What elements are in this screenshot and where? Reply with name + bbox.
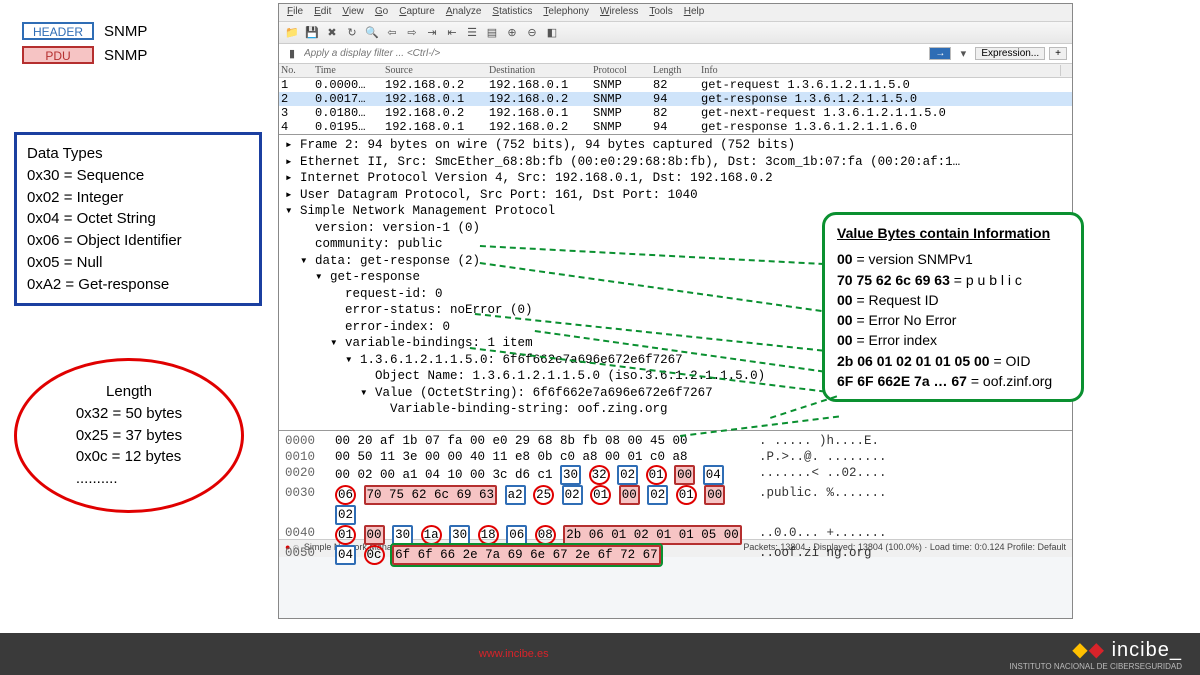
menu-view[interactable]: View: [342, 6, 364, 21]
data-types-title: Data Types: [27, 143, 249, 165]
col-time[interactable]: Time: [313, 65, 383, 76]
autoscale-icon[interactable]: ▤: [484, 25, 500, 41]
hex-row[interactable]: 003006 70 75 62 6c 69 63 a2 25 02 01 00 …: [285, 485, 1072, 525]
reload-icon[interactable]: ↻: [344, 25, 360, 41]
toolbar: 📁 💾 ✖ ↻ 🔍 ⇦ ⇨ ⇥ ⇤ ☰ ▤ ⊕ ⊖ ◧: [279, 22, 1072, 44]
tree-line[interactable]: ▸ Frame 2: 94 bytes on wire (752 bits), …: [285, 137, 1072, 154]
col-no[interactable]: No.: [279, 65, 313, 76]
datatype-line: 0x05 = Null: [27, 252, 249, 274]
banner-url: www.incibe.es: [479, 648, 549, 660]
value-line: 2b 06 01 02 01 01 05 00 = OID: [837, 351, 1069, 371]
value-line: 6F 6F 662E 7a … 67 = oof.zinf.org: [837, 371, 1069, 391]
datatype-line: 0x04 = Octet String: [27, 208, 249, 230]
header-swatch: HEADER: [22, 22, 94, 40]
legend: HEADER SNMP PDU SNMP: [22, 22, 147, 70]
menu-telephony[interactable]: Telephony: [543, 6, 589, 21]
value-line: 00 = Request ID: [837, 290, 1069, 310]
col-length[interactable]: Length: [651, 65, 699, 76]
length-line: 0x25 = 37 bytes: [76, 425, 182, 447]
add-filter-button[interactable]: +: [1049, 47, 1067, 60]
tree-line[interactable]: ▸ Ethernet II, Src: SmcEther_68:8b:fb (0…: [285, 154, 1072, 171]
back-icon[interactable]: ⇦: [384, 25, 400, 41]
menu-wireless[interactable]: Wireless: [600, 6, 638, 21]
zoom-out-icon[interactable]: ⊖: [524, 25, 540, 41]
packet-row[interactable]: 20.0017…192.168.0.1192.168.0.2SNMP94get-…: [279, 92, 1072, 106]
menu-tools[interactable]: Tools: [649, 6, 672, 21]
data-types-box: Data Types 0x30 = Sequence 0x02 = Intege…: [14, 132, 262, 306]
value-line: 00 = version SNMPv1: [837, 249, 1069, 269]
hex-row[interactable]: 000000 20 af 1b 07 fa 00 e0 29 68 8b fb …: [285, 433, 1072, 449]
banner-subtitle: INSTITUTO NACIONAL DE CIBERSEGURIDAD: [1010, 662, 1182, 671]
length-line: ..........: [76, 468, 182, 490]
filter-bookmark-icon[interactable]: ▮: [284, 46, 300, 62]
menu-analyze[interactable]: Analyze: [446, 6, 482, 21]
menu-go[interactable]: Go: [375, 6, 388, 21]
datatype-line: 0x02 = Integer: [27, 187, 249, 209]
packet-list-scrollbar[interactable]: [1060, 65, 1072, 76]
col-source[interactable]: Source: [383, 65, 487, 76]
menu-bar[interactable]: File Edit View Go Capture Analyze Statis…: [279, 4, 1072, 22]
menu-help[interactable]: Help: [684, 6, 705, 21]
packet-row[interactable]: 30.0180…192.168.0.2192.168.0.1SNMP82get-…: [279, 106, 1072, 120]
length-line: 0x32 = 50 bytes: [76, 403, 182, 425]
apply-filter-button[interactable]: →: [929, 47, 951, 60]
display-filter-bar: ▮ → ▾ Expression... +: [279, 44, 1072, 64]
legend-pdu-label: SNMP: [104, 47, 147, 64]
pdu-swatch: PDU: [22, 46, 94, 64]
tree-line[interactable]: ▸ User Datagram Protocol, Src Port: 161,…: [285, 187, 1072, 204]
length-title: Length: [76, 381, 182, 403]
zoom-in-icon[interactable]: ⊕: [504, 25, 520, 41]
menu-file[interactable]: File: [287, 6, 303, 21]
open-icon[interactable]: 📁: [284, 25, 300, 41]
close-icon[interactable]: ✖: [324, 25, 340, 41]
tree-line[interactable]: Variable-binding-string: oof.zing.org: [285, 401, 1072, 418]
jump-icon[interactable]: ⇥: [424, 25, 440, 41]
color-icon[interactable]: ◧: [544, 25, 560, 41]
value-line: 70 75 62 6c 69 63 = p u b l i c: [837, 270, 1069, 290]
incibe-logo: ◆◆ incibe_: [1072, 637, 1182, 662]
first-icon[interactable]: ⇤: [444, 25, 460, 41]
value-bytes-callout: Value Bytes contain Information 00 = ver…: [822, 212, 1084, 402]
display-filter-input[interactable]: [304, 48, 925, 59]
expression-button[interactable]: Expression...: [975, 47, 1045, 60]
hex-row[interactable]: 001000 50 11 3e 00 00 40 11 e8 0b c0 a8 …: [285, 449, 1072, 465]
col-proto[interactable]: Protocol: [591, 65, 651, 76]
packet-list-pane[interactable]: No. Time Source Destination Protocol Len…: [279, 64, 1072, 135]
value-line: 00 = Error index: [837, 330, 1069, 350]
col-dest[interactable]: Destination: [487, 65, 591, 76]
value-line: 00 = Error No Error: [837, 310, 1069, 330]
hex-row[interactable]: 004001 00 30 1a 30 18 06 08 2b 06 01 02 …: [285, 525, 1072, 545]
columns-icon[interactable]: ☰: [464, 25, 480, 41]
value-box-title: Value Bytes contain Information: [837, 225, 1050, 241]
datatype-line: 0x06 = Object Identifier: [27, 230, 249, 252]
hex-row[interactable]: 002000 02 00 a1 04 10 00 3c d6 c1 30 32 …: [285, 465, 1072, 485]
length-oval: Length 0x32 = 50 bytes 0x25 = 37 bytes 0…: [14, 358, 244, 513]
forward-icon[interactable]: ⇨: [404, 25, 420, 41]
menu-edit[interactable]: Edit: [314, 6, 331, 21]
menu-capture[interactable]: Capture: [399, 6, 435, 21]
menu-statistics[interactable]: Statistics: [492, 6, 532, 21]
packet-row[interactable]: 10.0000…192.168.0.2192.168.0.1SNMP82get-…: [279, 78, 1072, 92]
find-icon[interactable]: 🔍: [364, 25, 380, 41]
packet-bytes-pane[interactable]: 000000 20 af 1b 07 fa 00 e0 29 68 8b fb …: [279, 431, 1072, 539]
tree-line[interactable]: ▸ Internet Protocol Version 4, Src: 192.…: [285, 170, 1072, 187]
hex-row[interactable]: 005004 0c 6f 6f 66 2e 7a 69 6e 67 2e 6f …: [285, 545, 1072, 565]
col-info[interactable]: Info: [699, 65, 1060, 76]
packet-list-header: No. Time Source Destination Protocol Len…: [279, 64, 1072, 78]
save-icon[interactable]: 💾: [304, 25, 320, 41]
datatype-line: 0x30 = Sequence: [27, 165, 249, 187]
filter-dropdown-icon[interactable]: ▾: [955, 46, 971, 62]
packet-row[interactable]: 40.0195…192.168.0.1192.168.0.2SNMP94get-…: [279, 120, 1072, 134]
footer-banner: www.incibe.es ◆◆ incibe_ INSTITUTO NACIO…: [0, 633, 1200, 675]
datatype-line: 0xA2 = Get-response: [27, 274, 249, 296]
length-line: 0x0c = 12 bytes: [76, 446, 182, 468]
legend-header-label: SNMP: [104, 23, 147, 40]
